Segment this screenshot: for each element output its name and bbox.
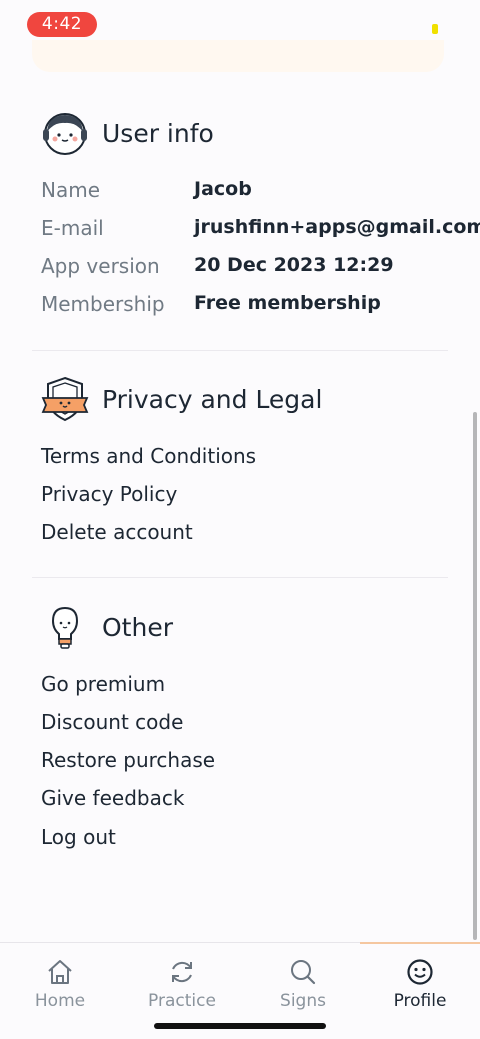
section-title: Other	[102, 612, 173, 642]
privacy-header: Privacy and Legal	[40, 374, 322, 424]
active-tab-indicator	[360, 942, 480, 944]
tab-home[interactable]: Home	[0, 957, 120, 1011]
section-title: User info	[102, 118, 214, 148]
info-value: 20 Dec 2023 12:29	[194, 254, 394, 276]
tab-profile[interactable]: Profile	[360, 957, 480, 1011]
give-feedback-link[interactable]: Give feedback	[41, 786, 184, 810]
tab-label: Signs	[280, 991, 326, 1011]
other-header: Other	[40, 602, 173, 652]
delete-account-link[interactable]: Delete account	[41, 520, 193, 544]
section-title: Privacy and Legal	[102, 384, 323, 414]
search-icon	[243, 957, 363, 987]
info-value: jrushfinn+apps@gmail.com	[194, 216, 480, 238]
tab-signs[interactable]: Signs	[243, 957, 363, 1011]
home-indicator	[154, 1023, 326, 1029]
info-label: Membership	[41, 292, 165, 316]
discount-code-link[interactable]: Discount code	[41, 710, 183, 734]
info-label: Name	[41, 178, 101, 202]
divider	[32, 577, 448, 578]
home-icon	[0, 957, 120, 987]
tab-label: Practice	[148, 991, 216, 1011]
info-value: Jacob	[194, 178, 252, 200]
divider	[32, 350, 448, 351]
tab-label: Profile	[393, 991, 447, 1011]
scrollbar[interactable]	[473, 412, 477, 940]
go-premium-link[interactable]: Go premium	[41, 672, 165, 696]
tab-practice[interactable]: Practice	[122, 957, 242, 1011]
status-time: 4:42	[27, 12, 97, 37]
shield-icon	[40, 374, 90, 424]
battery-icon	[432, 24, 438, 34]
log-out-link[interactable]: Log out	[41, 825, 116, 849]
info-label: App version	[41, 254, 160, 278]
previous-section-card	[32, 40, 444, 72]
info-row-email: E-mail jrushfinn+apps@gmail.com	[41, 216, 480, 240]
smiley-icon	[360, 957, 480, 987]
avatar-icon	[40, 108, 90, 158]
info-row-name: Name Jacob	[41, 178, 252, 202]
privacy-policy-link[interactable]: Privacy Policy	[41, 482, 177, 506]
info-value: Free membership	[194, 292, 381, 314]
info-label: E-mail	[41, 216, 104, 240]
refresh-icon	[122, 957, 242, 987]
info-row-membership: Membership Free membership	[41, 292, 381, 316]
restore-purchase-link[interactable]: Restore purchase	[41, 748, 215, 772]
lightbulb-icon	[40, 602, 90, 652]
user-info-header: User info	[40, 108, 214, 158]
tab-label: Home	[34, 991, 86, 1011]
info-row-app-version: App version 20 Dec 2023 12:29	[41, 254, 394, 278]
terms-link[interactable]: Terms and Conditions	[41, 444, 256, 468]
